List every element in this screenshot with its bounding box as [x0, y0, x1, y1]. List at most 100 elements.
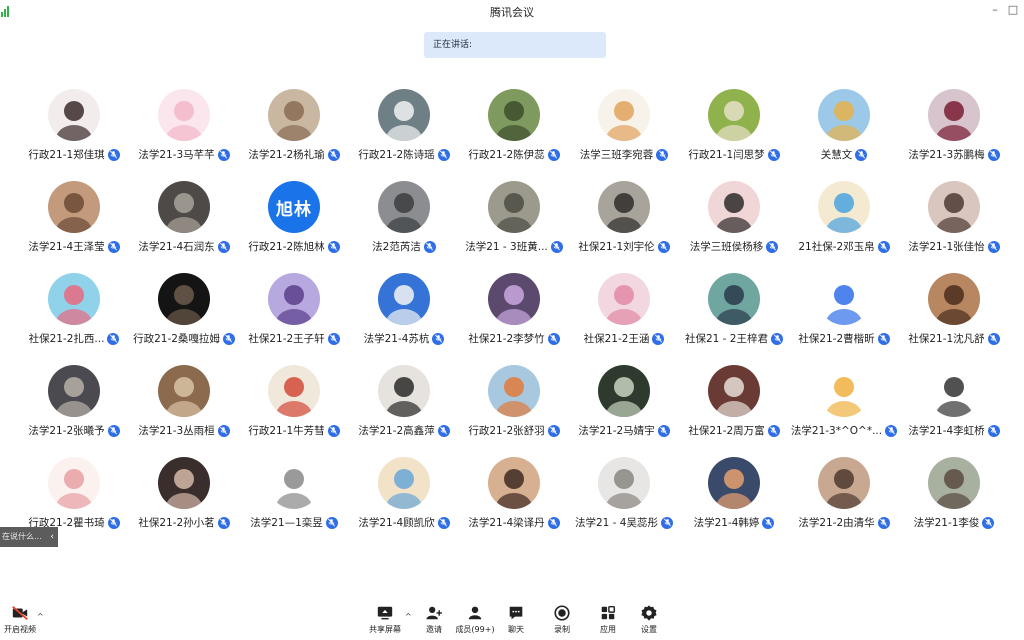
participant-tile[interactable]: 法学21-2由清华: [788, 452, 900, 536]
participant-tile[interactable]: 行政21-1牛芳彗: [238, 360, 350, 444]
apps-button[interactable]: 应用: [588, 604, 628, 635]
participant-name-row: 法学21-4石润东: [128, 239, 240, 254]
maximize-icon[interactable]: □: [1006, 3, 1020, 16]
share-options-chevron-icon[interactable]: ^: [405, 612, 412, 621]
mic-muted-icon: [217, 516, 230, 529]
participant-tile[interactable]: 社保21-2扎西...: [18, 268, 130, 352]
record-button[interactable]: 录制: [542, 604, 582, 635]
avatar: [488, 181, 540, 233]
video-options-chevron-icon[interactable]: ^: [37, 612, 44, 621]
members-button[interactable]: 成员(99+): [455, 604, 495, 635]
participant-tile[interactable]: 法学21-3马芊芊: [128, 84, 240, 168]
participant-tile[interactable]: 法学21-3苏鹏梅: [898, 84, 1010, 168]
participant-tile[interactable]: 社保21-2李梦竹: [458, 268, 570, 352]
chat-button[interactable]: 聊天: [496, 604, 536, 635]
participant-tile[interactable]: 法学21-1李俊: [898, 452, 1010, 536]
participant-tile[interactable]: 社保21-2孙小茗: [128, 452, 240, 536]
participant-tile[interactable]: 21社保-2邓玉帛: [788, 176, 900, 260]
participant-tile[interactable]: 法学21 - 3班黄...: [458, 176, 570, 260]
participant-tile[interactable]: 法学21-2张曦予: [18, 360, 130, 444]
avatar: [158, 457, 210, 509]
participant-name-row: 行政21-1郑佳琪: [18, 147, 130, 162]
share-screen-button[interactable]: 共享屏幕: [365, 604, 405, 635]
participant-tile[interactable]: 社保21 - 2王梓君: [678, 268, 790, 352]
participant-tile[interactable]: 行政21-1闫思梦: [678, 84, 790, 168]
participant-tile[interactable]: 法学21—1栾昱: [238, 452, 350, 536]
participant-tile[interactable]: 法学21-4韩婷: [678, 452, 790, 536]
participant-tile[interactable]: 法学21-3*^O^*...: [788, 360, 900, 444]
avatar: [48, 273, 100, 325]
participant-tile[interactable]: 社保21-1沈凡舒: [898, 268, 1010, 352]
invite-button[interactable]: 邀请: [414, 604, 454, 635]
minimize-icon[interactable]: –: [988, 3, 1002, 16]
mic-muted-icon: [327, 332, 340, 345]
participant-tile[interactable]: 法学21-3丛雨桓: [128, 360, 240, 444]
participant-tile[interactable]: 法学21-4李虹桥: [898, 360, 1010, 444]
mic-muted-icon: [987, 148, 1000, 161]
participant-tile[interactable]: 行政21-1郑佳琪: [18, 84, 130, 168]
mic-muted-icon: [550, 240, 563, 253]
avatar-image: [936, 469, 972, 509]
avatar: [708, 273, 760, 325]
participant-name-row: 行政21-1闫思梦: [678, 147, 790, 162]
participant-tile[interactable]: 法学21-1张佳怡: [898, 176, 1010, 260]
participant-tile[interactable]: 法学21 - 4吴蕊彤: [568, 452, 680, 536]
avatar: [158, 365, 210, 417]
participant-tile[interactable]: 法学三班李宛蓉: [568, 84, 680, 168]
participant-tile[interactable]: 法学21-2高鑫萍: [348, 360, 460, 444]
participant-name-row: 法学21-3马芊芊: [128, 147, 240, 162]
mic-muted-icon: [437, 424, 450, 437]
participant-tile[interactable]: 关慧文: [788, 84, 900, 168]
participant-name: 行政21-2陈诗瑶: [358, 149, 435, 161]
participant-tile[interactable]: 行政21-2陈诗瑶: [348, 84, 460, 168]
participant-tile[interactable]: 法学21-4王泽莹: [18, 176, 130, 260]
mic-muted-icon: [437, 516, 450, 529]
participant-name: 社保21-2扎西...: [28, 333, 105, 345]
participant-tile[interactable]: 法学21-2杨礼瑜: [238, 84, 350, 168]
participant-tile[interactable]: 行政21-2张舒羽: [458, 360, 570, 444]
settings-button[interactable]: 设置: [629, 604, 669, 635]
participant-tile[interactable]: 法学三班侯杨移: [678, 176, 790, 260]
participant-tile[interactable]: 旭林 行政21-2陈旭林: [238, 176, 350, 260]
participant-tile[interactable]: 法2范芮洁: [348, 176, 460, 260]
mic-muted-icon: [547, 148, 560, 161]
participant-tile[interactable]: 法学21-4石润东: [128, 176, 240, 260]
participant-name: 关慧文: [820, 149, 853, 161]
participant-name-row: 法学21-4李虹桥: [898, 423, 1010, 438]
chat-preview-tab[interactable]: 在说什么... ‹: [0, 527, 58, 547]
participant-tile[interactable]: 行政21-2陈伊蕊: [458, 84, 570, 168]
participant-tile[interactable]: 行政21-2瞿书琦: [18, 452, 130, 536]
participant-name-row: 行政21-2陈诗瑶: [348, 147, 460, 162]
avatar-image: [166, 101, 202, 141]
avatar-image: [606, 377, 642, 417]
participant-tile[interactable]: 法学21-2马婧宇: [568, 360, 680, 444]
settings-icon: [641, 605, 657, 621]
participant-name: 21社保-2邓玉帛: [798, 241, 875, 253]
mic-muted-icon: [885, 424, 898, 437]
avatar: [378, 181, 430, 233]
participant-tile[interactable]: 行政21-2桑嘎拉姆: [128, 268, 240, 352]
mic-muted-icon: [217, 424, 230, 437]
participant-name: 社保21-2李梦竹: [468, 333, 545, 345]
avatar-image: [166, 469, 202, 509]
participant-name-row: 法学21-4韩婷: [678, 515, 790, 530]
participant-tile[interactable]: 社保21-2周万富: [678, 360, 790, 444]
participant-tile[interactable]: 法学21-4顾凯欣: [348, 452, 460, 536]
mic-muted-icon: [437, 148, 450, 161]
participant-name-row: 社保21-2曹楷昕: [788, 331, 900, 346]
avatar-image: [56, 101, 92, 141]
participant-tile[interactable]: 社保21-2王涵: [568, 268, 680, 352]
participant-tile[interactable]: 社保21-2曹楷昕: [788, 268, 900, 352]
participant-tile[interactable]: 社保21-2王子轩: [238, 268, 350, 352]
participant-name: 法学21-4李虹桥: [908, 425, 985, 437]
mic-muted-icon: [855, 148, 868, 161]
participant-tile[interactable]: 法学21-4苏杭: [348, 268, 460, 352]
chevron-left-icon[interactable]: ‹: [50, 527, 54, 547]
avatar-image: [386, 469, 422, 509]
start-video-button[interactable]: 开启视频: [0, 604, 40, 635]
avatar-image: [56, 285, 92, 325]
participant-tile[interactable]: 社保21-1刘宇伦: [568, 176, 680, 260]
mic-muted-icon: [423, 240, 436, 253]
participant-name: 法学21-2杨礼瑜: [248, 149, 325, 161]
participant-tile[interactable]: 法学21-4梁译丹: [458, 452, 570, 536]
